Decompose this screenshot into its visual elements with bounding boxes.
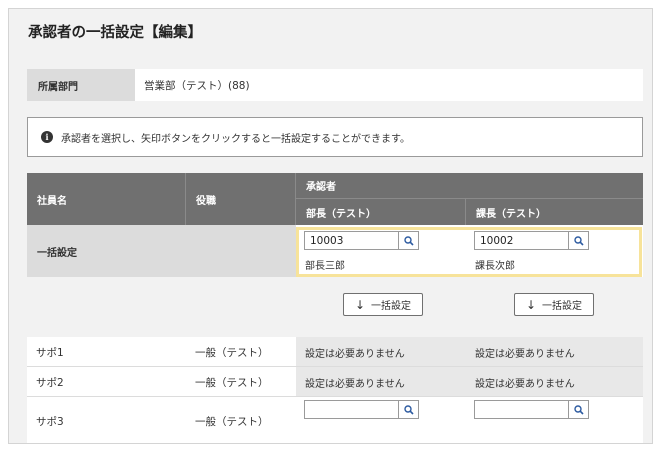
bulk-approver1-input[interactable] bbox=[305, 232, 398, 249]
header-approver-group: 承認者 bbox=[296, 173, 643, 199]
row3-approver1-search-button[interactable] bbox=[398, 401, 418, 418]
bulk-approver2-field bbox=[474, 231, 589, 250]
department-value: 営業部（テスト）(88) bbox=[135, 69, 643, 101]
bulk-apply-approver1-button[interactable]: ↓ 一括設定 bbox=[343, 293, 423, 316]
arrow-down-icon: ↓ bbox=[354, 297, 366, 312]
row3-approver1-field bbox=[304, 400, 419, 419]
department-label: 所属部門 bbox=[27, 69, 135, 101]
row3-approver1-input[interactable] bbox=[305, 401, 398, 418]
table-row-approver2: 設定は必要ありません bbox=[466, 367, 643, 397]
table-row-approver2: 設定は必要ありません bbox=[466, 337, 643, 367]
search-icon bbox=[573, 235, 584, 246]
row3-approver2-search-button[interactable] bbox=[568, 401, 588, 418]
bulk-setting-label: 一括設定 bbox=[27, 225, 296, 277]
bulk-approver1-field bbox=[304, 231, 419, 250]
table-row-role: 一般（テスト） bbox=[186, 337, 296, 367]
table-row-approver1: 設定は必要ありません bbox=[296, 337, 466, 367]
page-title: 承認者の一括設定【編集】 bbox=[28, 25, 202, 41]
table-row-role: 一般（テスト） bbox=[186, 397, 296, 443]
row3-approver2-field bbox=[474, 400, 589, 419]
table-row-role: 一般（テスト） bbox=[186, 367, 296, 397]
bulk-approver1-name: 部長三郎 bbox=[305, 261, 345, 272]
table-row-name: サポ1 bbox=[27, 337, 186, 367]
header-employee: 社員名 bbox=[27, 173, 186, 225]
header-approver-1: 部長（テスト） bbox=[296, 199, 466, 225]
bulk-approver1-search-button[interactable] bbox=[398, 232, 418, 249]
table-row-name: サポ2 bbox=[27, 367, 186, 397]
info-box: i 承認者を選択し、矢印ボタンをクリックすると一括設定することができます。 bbox=[27, 117, 643, 157]
header-role: 役職 bbox=[186, 173, 296, 225]
approver-bulk-settings-panel: 承認者の一括設定【編集】 所属部門 営業部（テスト）(88) i 承認者を選択し… bbox=[8, 8, 653, 444]
search-icon bbox=[403, 235, 414, 246]
info-icon: i bbox=[41, 131, 53, 143]
header-approver-2: 課長（テスト） bbox=[466, 199, 643, 225]
department-row: 所属部門 営業部（テスト）(88) bbox=[27, 69, 643, 101]
search-icon bbox=[403, 404, 414, 415]
search-icon bbox=[573, 404, 584, 415]
table-row-name: サポ3 bbox=[27, 397, 186, 443]
bulk-approver2-search-button[interactable] bbox=[568, 232, 588, 249]
bulk-approver2-name: 課長次郎 bbox=[475, 261, 515, 272]
row3-approver2-input[interactable] bbox=[475, 401, 568, 418]
bulk-approver2-input[interactable] bbox=[475, 232, 568, 249]
info-message: 承認者を選択し、矢印ボタンをクリックすると一括設定することができます。 bbox=[61, 133, 410, 145]
bulk-apply-approver2-button[interactable]: ↓ 一括設定 bbox=[514, 293, 594, 316]
bulk-apply-label: 一括設定 bbox=[542, 301, 583, 312]
bulk-apply-label: 一括設定 bbox=[371, 301, 412, 312]
table-row-approver1: 設定は必要ありません bbox=[296, 367, 466, 397]
arrow-down-icon: ↓ bbox=[525, 297, 537, 312]
